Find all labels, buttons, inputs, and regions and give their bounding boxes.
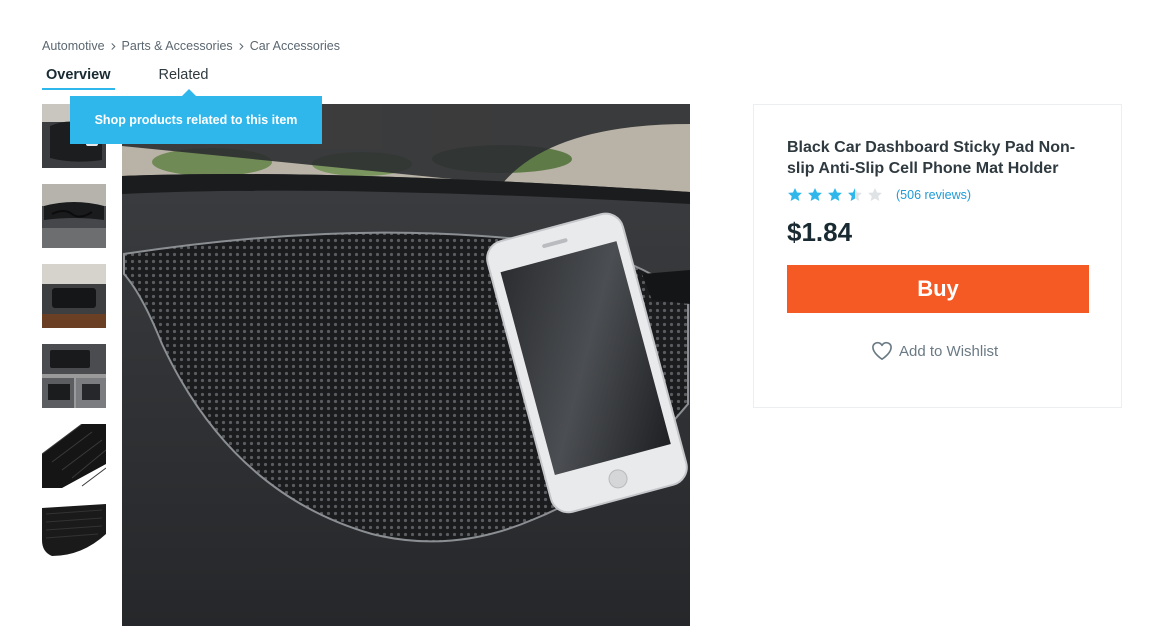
product-card: Black Car Dashboard Sticky Pad Non-slip …	[753, 104, 1122, 408]
product-main-image[interactable]	[122, 104, 690, 626]
tab-overview[interactable]: Overview	[42, 64, 115, 90]
thumbnail-3[interactable]	[42, 264, 106, 328]
star-icon	[787, 187, 803, 203]
buy-button[interactable]: Buy	[787, 265, 1089, 313]
breadcrumb-car-accessories[interactable]: Car Accessories	[250, 39, 340, 53]
related-tooltip: Shop products related to this item	[70, 89, 322, 144]
breadcrumb: Automotive Parts & Accessories Car Acces…	[42, 39, 340, 53]
product-price: $1.84	[787, 217, 853, 247]
tab-related[interactable]: Related	[155, 64, 213, 90]
product-tabs: Overview Related	[42, 64, 212, 92]
thumbnail-2[interactable]	[42, 184, 106, 248]
thumbnail-5[interactable]	[42, 424, 106, 488]
star-icon	[807, 187, 823, 203]
heart-icon	[871, 341, 893, 361]
thumbnail-list	[42, 104, 106, 584]
thumbnail-6[interactable]	[42, 504, 106, 568]
product-rating: (506 reviews)	[787, 187, 971, 203]
star-half-icon	[847, 187, 863, 203]
breadcrumb-parts-accessories[interactable]: Parts & Accessories	[122, 39, 233, 53]
reviews-link[interactable]: (506 reviews)	[896, 188, 971, 202]
chevron-right-icon	[109, 42, 118, 51]
chevron-right-icon	[237, 42, 246, 51]
star-empty-icon	[867, 187, 883, 203]
product-title: Black Car Dashboard Sticky Pad Non-slip …	[787, 139, 1076, 177]
breadcrumb-automotive[interactable]: Automotive	[42, 39, 105, 53]
star-icon	[827, 187, 843, 203]
add-to-wishlist-button[interactable]: Add to Wishlist	[871, 341, 998, 361]
thumbnail-4[interactable]	[42, 344, 106, 408]
wishlist-label: Add to Wishlist	[899, 342, 999, 360]
